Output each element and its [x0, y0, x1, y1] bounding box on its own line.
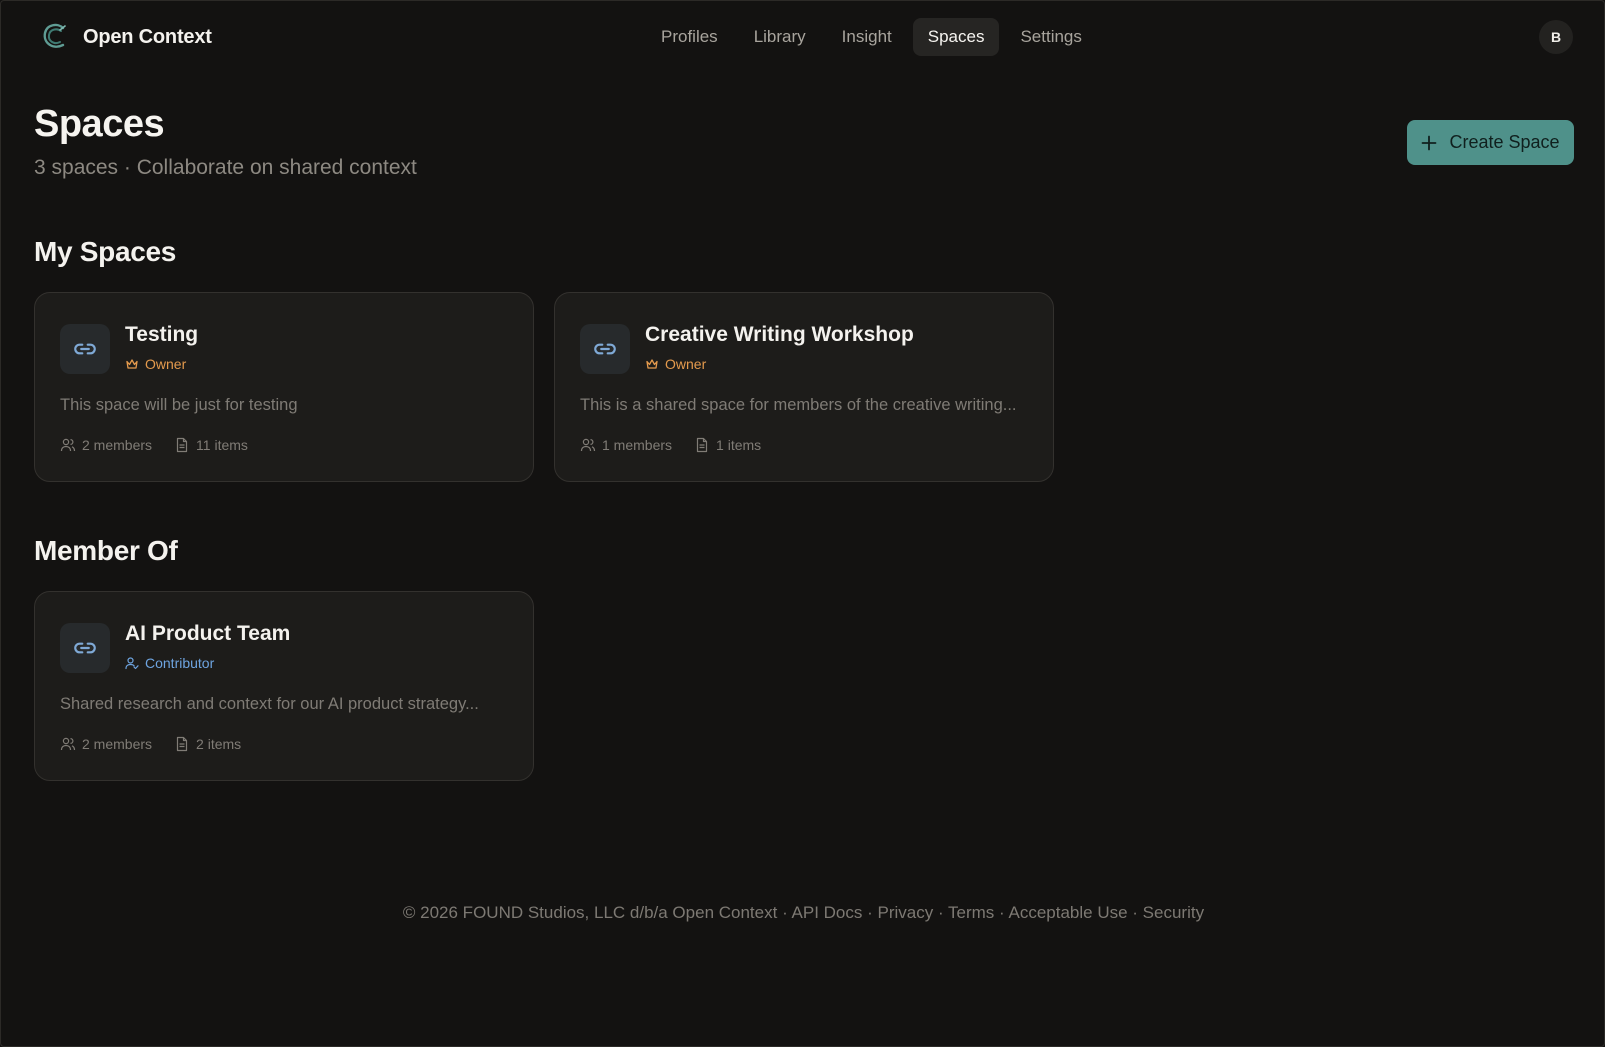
link-icon: [594, 343, 616, 355]
role-badge: Contributor: [125, 655, 214, 671]
space-card-ai-product-team[interactable]: AI Product Team Contributor Shared resea…: [34, 591, 534, 781]
nav-item-profiles[interactable]: Profiles: [646, 18, 733, 56]
nav-item-insight[interactable]: Insight: [827, 18, 907, 56]
space-icon-box: [580, 324, 630, 374]
main-nav: Profiles Library Insight Spaces Settings: [646, 18, 1097, 56]
top-header: Open Context Profiles Library Insight Sp…: [1, 1, 1605, 73]
role-label: Owner: [145, 356, 187, 372]
members-count: 1 members: [580, 437, 672, 453]
create-space-label: Create Space: [1449, 132, 1560, 152]
footer-link-privacy[interactable]: Privacy: [877, 903, 933, 922]
plus-icon: [1422, 135, 1437, 150]
users-icon: [60, 438, 76, 452]
role-label: Owner: [665, 356, 707, 372]
footer-link-security[interactable]: Security: [1143, 903, 1204, 922]
nav-item-library[interactable]: Library: [739, 18, 821, 56]
nav-item-spaces[interactable]: Spaces: [912, 18, 1000, 56]
users-icon: [60, 737, 76, 751]
space-title: Creative Writing Workshop: [645, 323, 914, 346]
space-title: Testing: [125, 323, 199, 346]
page-title: Spaces: [34, 103, 165, 145]
create-space-button[interactable]: Create Space: [1407, 120, 1574, 165]
section-title-member-of: Member Of: [34, 535, 178, 566]
link-icon: [74, 343, 96, 355]
space-card-testing[interactable]: Testing Owner This space will be just fo…: [34, 292, 534, 482]
footer-link-terms[interactable]: Terms: [948, 903, 994, 922]
role-badge: Owner: [125, 356, 186, 372]
c-brand-icon: [43, 23, 66, 48]
file-icon: [176, 437, 188, 453]
space-icon-box: [60, 623, 110, 673]
space-description: This space will be just for testing: [60, 396, 298, 414]
items-count: 1 items: [694, 437, 761, 453]
brand-name: Open Context: [83, 25, 212, 48]
members-count: 2 members: [60, 437, 152, 453]
user-check-icon: [125, 657, 139, 670]
space-description: This is a shared space for members of th…: [580, 396, 1017, 414]
space-meta: 2 members 2 items: [60, 736, 241, 752]
space-description: Shared research and context for our AI p…: [60, 695, 479, 713]
items-count: 2 items: [174, 736, 241, 752]
space-icon-box: [60, 324, 110, 374]
page-subtitle: 3 spaces · Collaborate on shared context: [34, 156, 417, 179]
users-icon: [580, 438, 596, 452]
file-icon: [176, 736, 188, 752]
brand[interactable]: Open Context: [41, 21, 212, 53]
items-count: 11 items: [174, 437, 248, 453]
footer: © 2026 FOUND Studios, LLC d/b/a Open Con…: [402, 903, 1205, 922]
nav-item-settings[interactable]: Settings: [1005, 18, 1096, 56]
crown-icon: [646, 359, 658, 369]
user-avatar[interactable]: B: [1539, 20, 1573, 54]
space-meta: 1 members 1 items: [580, 437, 761, 453]
members-count: 2 members: [60, 736, 152, 752]
app-window: Open Context Profiles Library Insight Sp…: [0, 0, 1605, 1047]
footer-copyright: © 2026 FOUND Studios, LLC d/b/a Open Con…: [402, 903, 778, 922]
file-icon: [696, 437, 708, 453]
crown-icon: [126, 359, 138, 369]
link-icon: [74, 642, 96, 654]
space-card-creative-writing-workshop[interactable]: Creative Writing Workshop Owner This is …: [554, 292, 1054, 482]
space-title: AI Product Team: [125, 622, 291, 645]
space-meta: 2 members 11 items: [60, 437, 248, 453]
role-label: Contributor: [145, 655, 215, 671]
role-badge: Owner: [645, 356, 706, 372]
footer-link-api-docs[interactable]: API Docs: [792, 903, 863, 922]
footer-link-acceptable-use[interactable]: Acceptable Use: [1008, 903, 1127, 922]
section-title-my-spaces: My Spaces: [34, 236, 177, 267]
